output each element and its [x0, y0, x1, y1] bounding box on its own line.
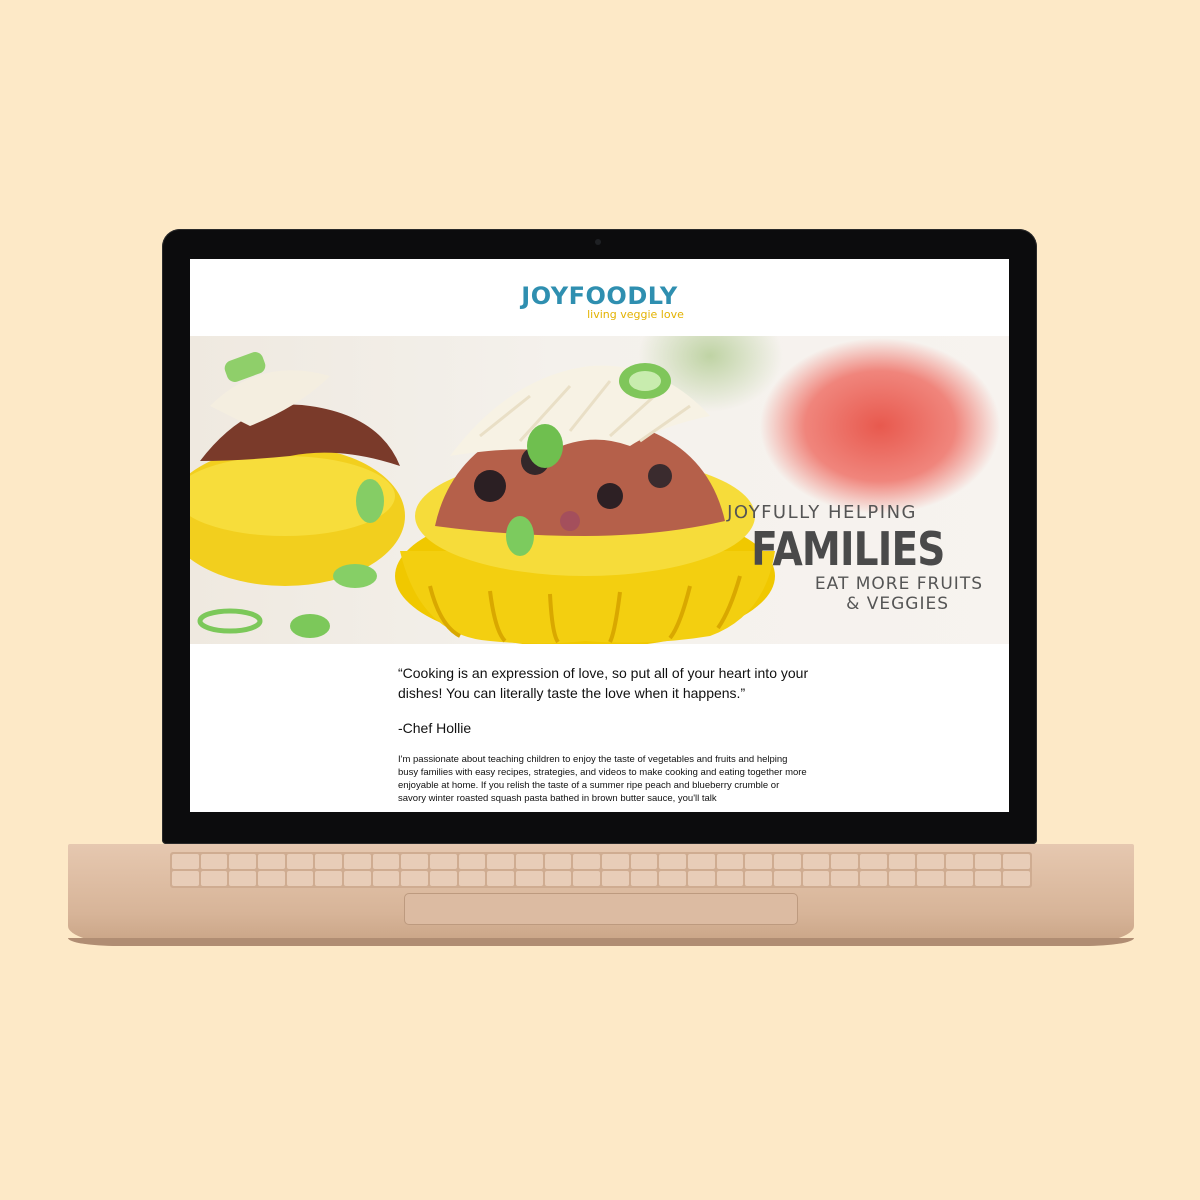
- keyboard-key: [515, 854, 543, 869]
- keyboard-key: [487, 871, 514, 886]
- keyboard-key: [458, 854, 486, 869]
- keyboard-key: [573, 871, 600, 886]
- main-content: “Cooking is an expression of love, so pu…: [398, 663, 838, 805]
- keyboard-key: [974, 854, 1002, 869]
- keyboard-key: [401, 854, 428, 869]
- keyboard-key: [257, 871, 285, 886]
- webcam: [595, 239, 601, 245]
- keyboard-key: [315, 854, 342, 869]
- keyboard-key: [1003, 854, 1030, 869]
- hero-line-4: & VEGGIES: [846, 594, 949, 614]
- keyboard-key: [544, 854, 572, 869]
- keyboard-key: [229, 871, 256, 886]
- keyboard-key: [315, 871, 342, 886]
- keyboard-key: [343, 871, 371, 886]
- keyboard-key: [630, 871, 658, 886]
- laptop-screen: JOYFOODLY living veggie love JOYFULLY HE…: [190, 259, 1009, 812]
- keyboard-key: [917, 871, 944, 886]
- keyboard-key: [630, 854, 658, 869]
- keyboard-key: [773, 854, 801, 869]
- keyboard-key: [544, 871, 572, 886]
- keyboard-key: [601, 871, 629, 886]
- hero-banner: JOYFULLY HELPING FAMILIES EAT MORE FRUIT…: [190, 336, 1009, 644]
- chef-quote: “Cooking is an expression of love, so pu…: [398, 665, 809, 701]
- bio-paragraph: I'm passionate about teaching children t…: [398, 754, 807, 804]
- keyboard-key: [515, 871, 543, 886]
- laptop-lid: JOYFOODLY living veggie love JOYFULLY HE…: [162, 229, 1037, 844]
- site-header: JOYFOODLY living veggie love: [190, 259, 1009, 336]
- laptop-trackpad: [404, 893, 798, 925]
- laptop-base-edge: [68, 938, 1134, 946]
- keyboard-key: [172, 871, 199, 886]
- hero-headline: JOYFULLY HELPING FAMILIES EAT MORE FRUIT…: [717, 502, 983, 614]
- keyboard-key: [773, 871, 801, 886]
- keyboard-key: [659, 871, 686, 886]
- keyboard-key: [917, 854, 944, 869]
- keyboard-key: [372, 854, 400, 869]
- keyboard-key: [487, 854, 514, 869]
- keyboard-key: [573, 854, 600, 869]
- keyboard-key: [945, 854, 973, 869]
- site-logo[interactable]: JOYFOODLY: [521, 284, 677, 308]
- keyboard-key: [372, 871, 400, 886]
- keyboard-key: [802, 854, 830, 869]
- keyboard-key: [745, 854, 772, 869]
- hero-line-1: JOYFULLY HELPING: [727, 502, 917, 523]
- keyboard-key: [888, 854, 916, 869]
- keyboard-key: [429, 871, 457, 886]
- keyboard-key: [859, 854, 887, 869]
- keyboard-key: [286, 854, 314, 869]
- keyboard-key: [716, 871, 744, 886]
- keyboard-key: [1003, 871, 1030, 886]
- keyboard-key: [257, 854, 285, 869]
- keyboard-key: [343, 854, 371, 869]
- keyboard-key: [888, 871, 916, 886]
- keyboard-key: [229, 854, 256, 869]
- keyboard-key: [831, 854, 858, 869]
- keyboard-key: [974, 871, 1002, 886]
- keyboard-key: [659, 854, 686, 869]
- keyboard-key: [716, 854, 744, 869]
- keyboard-key: [172, 854, 199, 869]
- keyboard-key: [802, 871, 830, 886]
- laptop-keyboard: [170, 852, 1032, 888]
- keyboard-key: [687, 854, 715, 869]
- keyboard-key: [601, 854, 629, 869]
- site-tagline: living veggie love: [587, 308, 684, 321]
- keyboard-key: [458, 871, 486, 886]
- keyboard-key: [745, 871, 772, 886]
- keyboard-key: [200, 871, 228, 886]
- keyboard-key: [286, 871, 314, 886]
- keyboard-key: [945, 871, 973, 886]
- keyboard-key: [429, 854, 457, 869]
- quote-author: -Chef Hollie: [398, 720, 472, 736]
- hero-line-3: EAT MORE FRUITS: [814, 574, 983, 594]
- keyboard-key: [200, 854, 228, 869]
- keyboard-key: [687, 871, 715, 886]
- keyboard-key: [859, 871, 887, 886]
- hero-line-2: FAMILIES: [751, 522, 946, 576]
- keyboard-key: [401, 871, 428, 886]
- keyboard-key: [831, 871, 858, 886]
